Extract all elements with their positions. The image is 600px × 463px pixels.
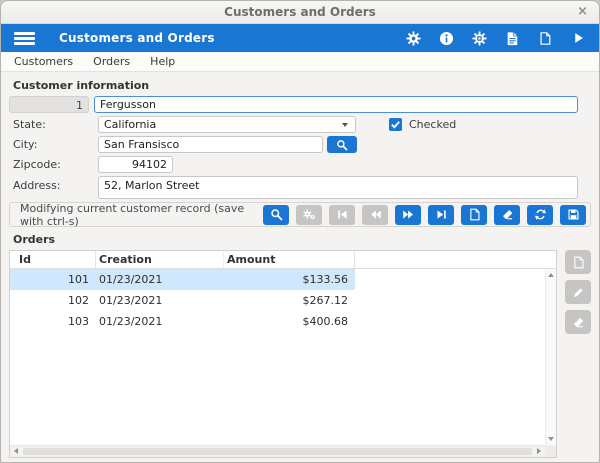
refresh-button[interactable] <box>527 204 553 225</box>
chevron-down-icon <box>342 122 348 127</box>
order-row[interactable]: 102 01/23/2021 $267.12 <box>10 290 556 311</box>
order-amount-cell: $133.56 <box>302 273 349 286</box>
document-lines-icon[interactable] <box>504 30 520 46</box>
state-label: State: <box>13 118 46 131</box>
column-header-amount: Amount <box>224 251 355 268</box>
scroll-up-icon[interactable] <box>548 273 554 277</box>
orders-section-title: Orders <box>13 233 56 246</box>
menu-customers[interactable]: Customers <box>4 52 83 71</box>
clear-record-button[interactable] <box>494 204 520 225</box>
customer-id-name-row: 1 <box>9 96 591 113</box>
scroll-down-icon[interactable] <box>548 437 554 441</box>
order-amount-cell: $400.68 <box>302 315 349 328</box>
zipcode-label: Zipcode: <box>13 158 61 171</box>
main-content: Customer information 1 State: California… <box>1 79 599 458</box>
customer-id-field: 1 <box>9 96 89 113</box>
record-navigator: Modifying current customer record (save … <box>9 201 591 228</box>
checked-label: Checked <box>409 118 457 131</box>
record-nav-buttons <box>263 204 586 225</box>
info-icon[interactable] <box>438 30 454 46</box>
menu-icon[interactable] <box>14 31 35 45</box>
operations-button[interactable] <box>296 204 322 225</box>
document-icon[interactable] <box>537 30 553 46</box>
customer-section-title: Customer information <box>13 79 150 92</box>
city-label: City: <box>13 138 38 151</box>
customer-name-input[interactable] <box>94 96 578 113</box>
zipcode-row: Zipcode: <box>9 156 591 173</box>
delete-order-button[interactable] <box>565 310 591 334</box>
edit-order-button[interactable] <box>565 280 591 304</box>
vertical-scrollbar[interactable] <box>545 269 556 445</box>
orders-table: Id Creation Amount 101 01/23/2021 $133.5… <box>9 250 557 458</box>
city-search-button[interactable] <box>327 136 357 153</box>
order-row[interactable]: 103 01/23/2021 $400.68 <box>10 311 556 332</box>
app-window: Customers and Orders × Customers and Ord… <box>0 0 600 463</box>
order-id-cell: 102 <box>68 294 89 307</box>
zipcode-input[interactable] <box>98 156 173 173</box>
app-title: Customers and Orders <box>59 31 215 45</box>
settings-gear-icon[interactable] <box>471 30 487 46</box>
column-header-id: Id <box>10 251 96 268</box>
scrollbar-thumb[interactable] <box>23 448 532 455</box>
order-id-cell: 101 <box>68 273 89 286</box>
orders-table-header: Id Creation Amount <box>10 251 556 269</box>
order-creation-cell: 01/23/2021 <box>99 315 163 328</box>
address-textarea[interactable]: 52, Marlon Street <box>98 176 578 199</box>
play-icon[interactable] <box>570 30 586 46</box>
new-record-button[interactable] <box>461 204 487 225</box>
state-value: California <box>104 118 157 131</box>
order-action-buttons <box>565 250 591 334</box>
order-amount-cell: $267.12 <box>302 294 349 307</box>
city-input[interactable] <box>98 136 323 153</box>
city-row: City: <box>9 136 591 153</box>
gear-icon[interactable] <box>405 30 421 46</box>
close-button[interactable]: × <box>577 4 588 19</box>
state-select[interactable]: California <box>98 116 356 133</box>
last-record-button[interactable] <box>428 204 454 225</box>
window-title: Customers and Orders <box>224 5 376 19</box>
window-titlebar: Customers and Orders × <box>1 1 599 24</box>
app-toolbar: Customers and Orders <box>1 24 599 52</box>
order-creation-cell: 01/23/2021 <box>99 294 163 307</box>
address-label: Address: <box>13 179 61 192</box>
order-id-cell: 103 <box>68 315 89 328</box>
scroll-right-icon[interactable] <box>537 448 541 454</box>
scrollbar-corner <box>545 445 556 457</box>
search-button[interactable] <box>263 204 289 225</box>
status-text: Modifying current customer record (save … <box>20 201 245 228</box>
orders-area: Id Creation Amount 101 01/23/2021 $133.5… <box>9 250 591 458</box>
scroll-left-icon[interactable] <box>14 448 18 454</box>
order-creation-cell: 01/23/2021 <box>99 273 163 286</box>
add-order-button[interactable] <box>565 250 591 274</box>
state-row: State: California Checked <box>9 116 591 133</box>
menu-help[interactable]: Help <box>140 52 185 71</box>
previous-record-button[interactable] <box>362 204 388 225</box>
next-record-button[interactable] <box>395 204 421 225</box>
first-record-button[interactable] <box>329 204 355 225</box>
menu-orders[interactable]: Orders <box>83 52 140 71</box>
column-header-creation: Creation <box>96 251 224 268</box>
save-button[interactable] <box>560 204 586 225</box>
horizontal-scrollbar[interactable] <box>10 445 545 457</box>
menubar: Customers Orders Help <box>1 52 599 72</box>
address-row: Address: 52, Marlon Street <box>9 176 591 199</box>
appbar-actions <box>405 30 586 46</box>
checked-checkbox[interactable] <box>389 118 402 131</box>
order-row[interactable]: 101 01/23/2021 $133.56 <box>10 269 556 290</box>
